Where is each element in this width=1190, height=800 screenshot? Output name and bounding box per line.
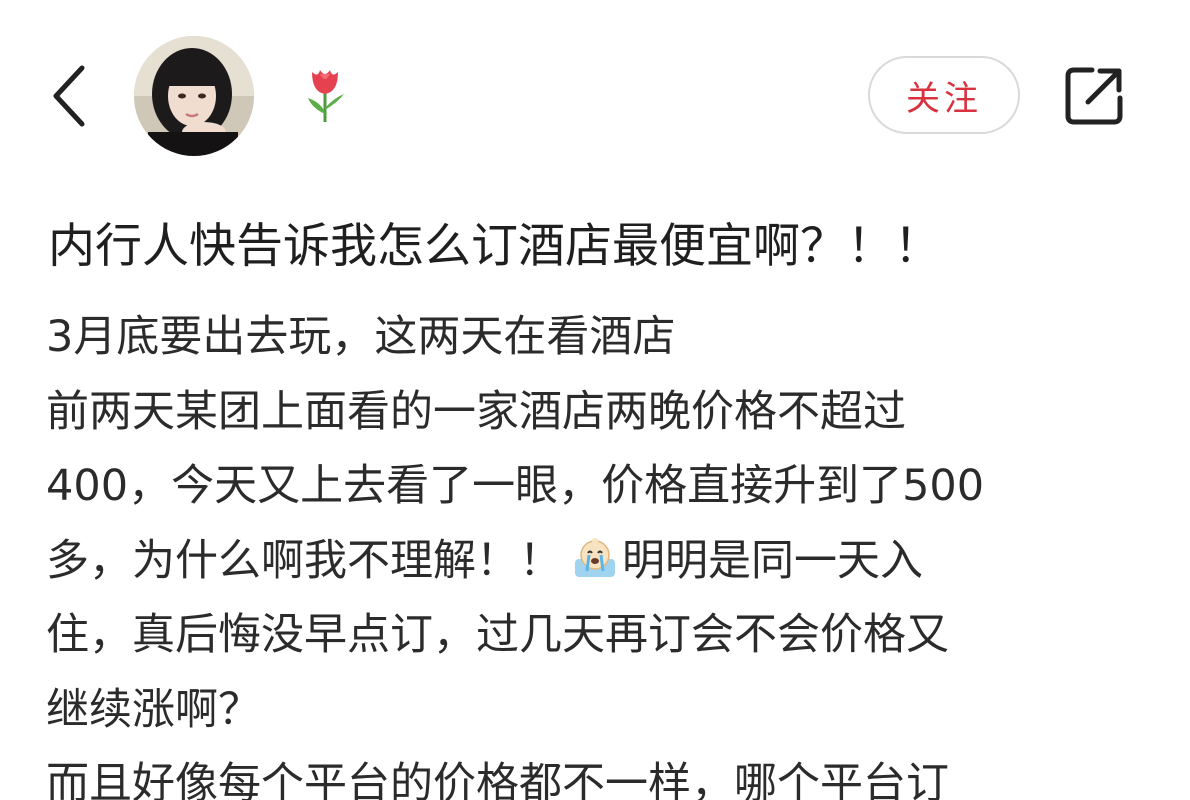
chevron-left-icon [53, 65, 85, 127]
follow-button-label: 关注 [906, 78, 982, 119]
body-line: 继续涨啊？ [46, 684, 261, 735]
post-body: 3月底要出去玩，这两天在看酒店 前两天某团上面看的一家酒店两晚价格不超过 400… [46, 300, 1166, 800]
body-line-with-emoji: 多，为什么啊我不理解！！ 明明是同一天入 [46, 524, 1166, 599]
crying-emoji-icon [575, 537, 615, 577]
body-line: 3月底要出去玩，这两天在看酒店 [46, 312, 676, 362]
avatar-photo [134, 36, 254, 156]
back-button[interactable] [36, 56, 100, 136]
body-line-segment: 多，为什么啊我不理解！！ [46, 535, 562, 586]
post-header: 关注 [0, 0, 1190, 190]
body-line: 而且好像每个平台的价格都不一样，哪个平台订 [46, 759, 949, 800]
body-line-segment: 明明是同一天入 [622, 535, 923, 586]
body-line: 住，真后悔没早点订，过几天再订会不会价格又 [46, 610, 949, 660]
share-icon [1065, 67, 1123, 125]
follow-button[interactable]: 关注 [868, 56, 1020, 134]
share-button[interactable] [1058, 60, 1130, 132]
post-title: 内行人快告诉我怎么订酒店最便宜啊？！！ [48, 219, 941, 274]
body-line: 400，今天又上去看了一眼，价格直接升到了500 [46, 461, 985, 511]
post-page: 关注 内行人快告诉我怎么订酒店最便宜啊？！！ 3月底要出去玩，这两天在看酒店 前… [0, 0, 1190, 800]
avatar[interactable] [134, 36, 254, 156]
body-line: 前两天某团上面看的一家酒店两晚价格不超过 [46, 386, 906, 437]
tulip-icon [300, 64, 350, 124]
